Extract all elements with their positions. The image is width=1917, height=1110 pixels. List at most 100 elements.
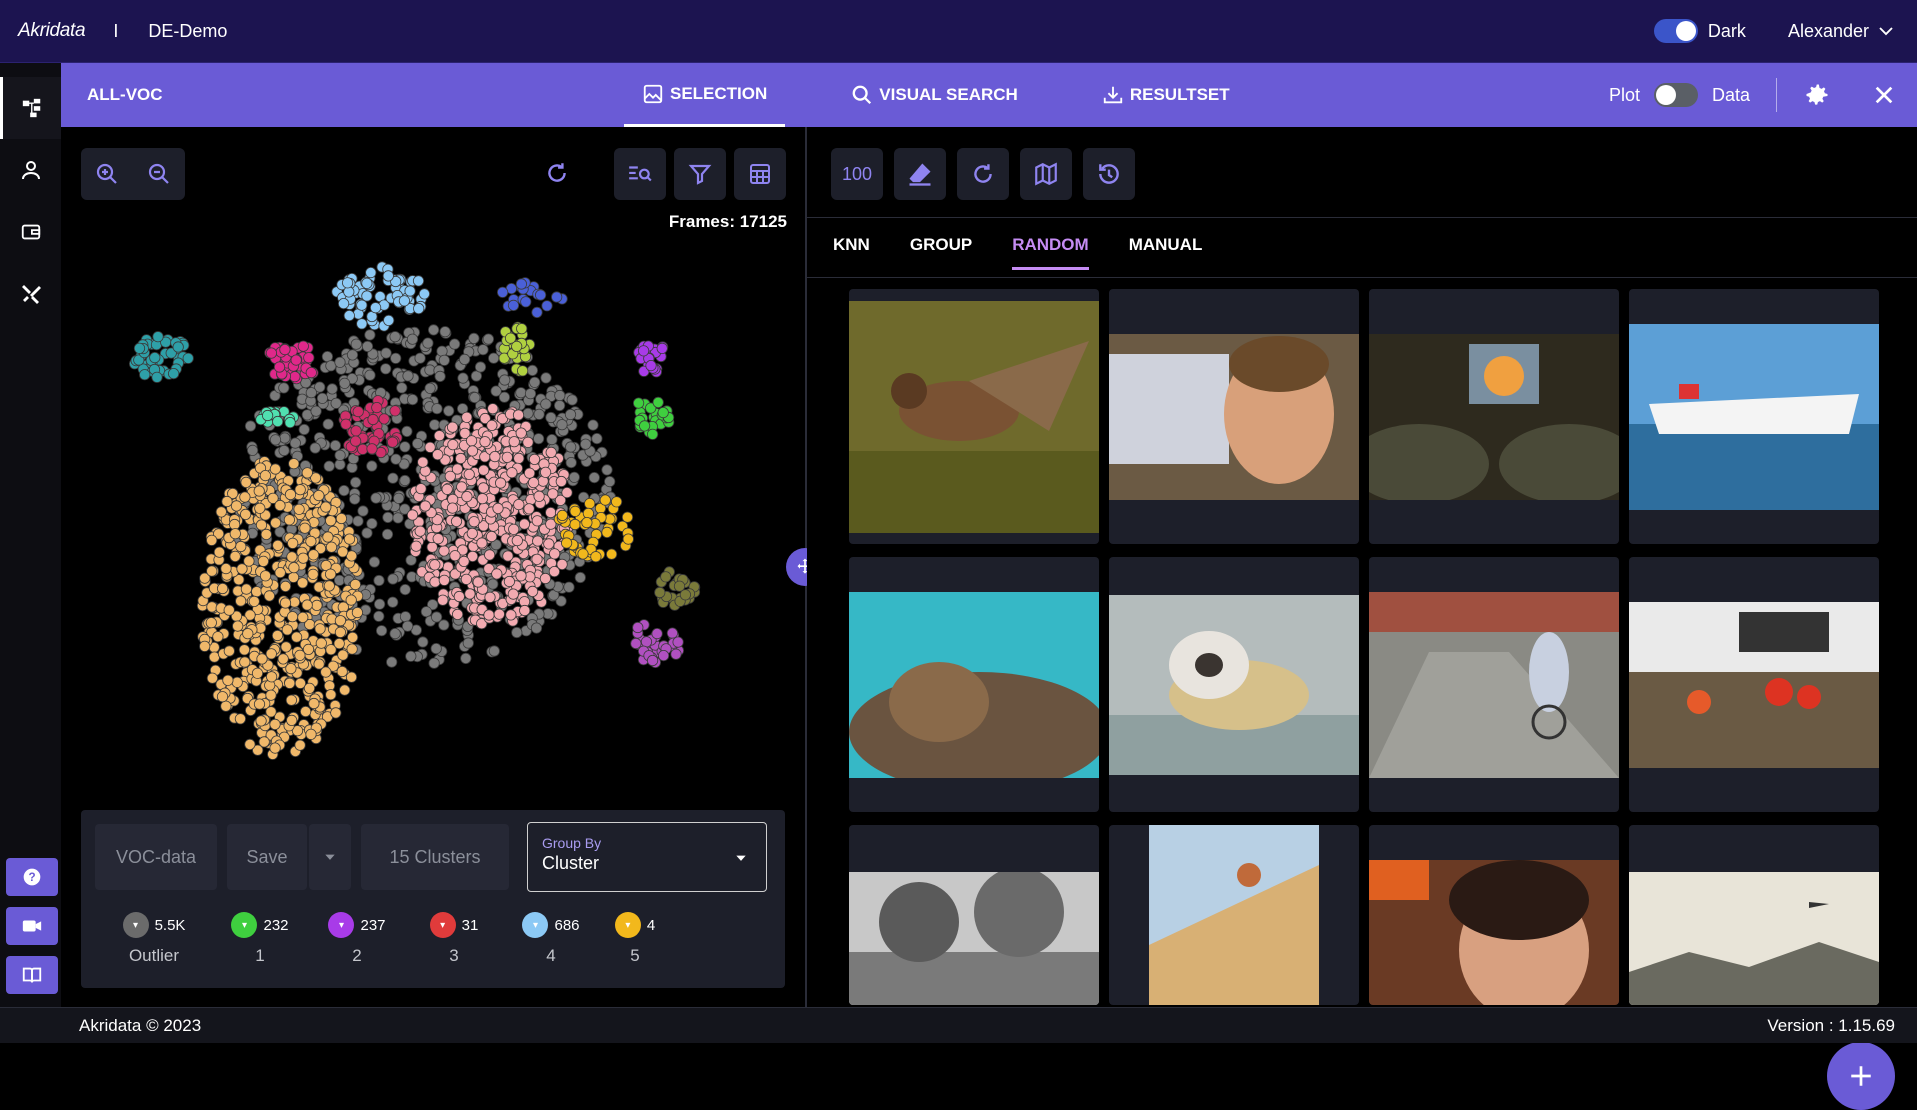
tab-manual[interactable]: MANUAL: [1129, 235, 1203, 270]
image-card[interactable]: [1369, 825, 1619, 1005]
legend-item-1[interactable]: ▾ 232 1: [215, 912, 305, 966]
plot-point: [236, 563, 248, 575]
plot-point: [405, 650, 417, 662]
plot-point: [269, 463, 281, 475]
plot-point: [493, 608, 505, 620]
docs-button[interactable]: [6, 956, 58, 994]
tab-selection[interactable]: SELECTION: [624, 63, 786, 127]
legend-item-4[interactable]: ▾ 686 4: [506, 912, 596, 966]
plot-point: [529, 376, 541, 388]
image-card[interactable]: [1629, 557, 1879, 812]
plot-point: [254, 502, 266, 514]
add-button[interactable]: [1827, 1042, 1895, 1110]
tab-visual-search[interactable]: VISUAL SEARCH: [833, 63, 1036, 127]
plot-point: [465, 435, 478, 447]
legend-name: 1: [255, 946, 265, 965]
plot-point: [347, 631, 359, 643]
zoom-out-icon[interactable]: [147, 162, 171, 186]
save-options-button[interactable]: [309, 824, 351, 890]
image-card[interactable]: [1109, 557, 1359, 812]
plot-point: [346, 643, 358, 655]
plot-point: [541, 300, 553, 312]
plot-point: [401, 620, 414, 632]
plot-point: [427, 324, 440, 336]
user-menu[interactable]: Alexander: [1788, 21, 1869, 42]
image-card[interactable]: [1369, 557, 1619, 812]
plot-point: [588, 472, 600, 484]
tab-resultset-label: RESULTSET: [1129, 85, 1230, 104]
plot-point: [307, 568, 319, 580]
plot-point: [323, 580, 335, 592]
sidebar-item-users[interactable]: [0, 139, 61, 201]
table-button[interactable]: [734, 148, 786, 200]
plot-point: [280, 641, 292, 653]
image-card[interactable]: [1109, 825, 1359, 1005]
history-button[interactable]: [1083, 148, 1135, 200]
plot-point: [637, 345, 650, 357]
gear-icon[interactable]: [1803, 81, 1831, 109]
sidebar-item-datasets[interactable]: [0, 77, 61, 139]
clear-button[interactable]: [894, 148, 946, 200]
search-list-button[interactable]: [614, 148, 666, 200]
cluster-scatter-plot[interactable]: [121, 247, 761, 767]
zoom-in-icon[interactable]: [95, 162, 119, 186]
plot-point: [389, 405, 401, 417]
legend-item-5[interactable]: ▾ 4 5: [603, 912, 667, 966]
tab-resultset[interactable]: RESULTSET: [1084, 63, 1248, 127]
image-card[interactable]: [1369, 289, 1619, 544]
plot-point: [301, 599, 313, 611]
image-card[interactable]: [1629, 289, 1879, 544]
plot-point: [278, 444, 290, 457]
tab-selection-label: SELECTION: [670, 83, 768, 103]
filter-button[interactable]: [674, 148, 726, 200]
image-card[interactable]: [849, 557, 1099, 812]
plot-point: [461, 411, 473, 423]
help-button[interactable]: ?: [6, 858, 58, 896]
tab-knn[interactable]: KNN: [833, 235, 870, 270]
plot-point: [314, 623, 326, 635]
plot-point: [334, 626, 346, 638]
group-by-select[interactable]: Group By Cluster: [527, 822, 767, 892]
sample-count-button[interactable]: 100: [831, 148, 883, 200]
video-button[interactable]: [6, 907, 58, 945]
reload-button[interactable]: [957, 148, 1009, 200]
image-card[interactable]: [1109, 289, 1359, 544]
chevron-down-icon[interactable]: [1877, 22, 1895, 40]
theme-toggle[interactable]: [1653, 19, 1698, 43]
plot-data-toggle[interactable]: [1653, 83, 1698, 107]
app-logo[interactable]: Akridata: [18, 20, 86, 42]
save-button[interactable]: Save: [227, 824, 307, 890]
thumbnail-baseball-players: [1629, 602, 1879, 768]
plot-point: [466, 527, 478, 539]
plot-point: [259, 570, 272, 582]
plot-point: [453, 590, 465, 603]
plot-point: [581, 516, 593, 529]
plot-point: [446, 502, 459, 514]
tab-group[interactable]: GROUP: [910, 235, 972, 270]
plot-point: [288, 458, 300, 470]
caret-down-icon: [736, 855, 746, 861]
dataset-chip[interactable]: VOC-data: [95, 824, 217, 890]
reset-button[interactable]: [544, 160, 570, 191]
legend-item-3[interactable]: ▾ 31 3: [409, 912, 499, 966]
plot-point: [566, 394, 578, 406]
legend-name: 5: [630, 946, 640, 965]
plot-point: [223, 645, 235, 657]
image-card[interactable]: [849, 289, 1099, 544]
plot-point: [413, 302, 425, 315]
sidebar-item-catalog[interactable]: [0, 201, 61, 263]
plot-point: [457, 372, 469, 384]
plot-point: [652, 396, 664, 408]
sidebar-item-tools[interactable]: [0, 263, 61, 325]
cluster-plot-panel: Frames: 17125 VOC-data Save 15 Clusters …: [61, 127, 805, 1007]
map-button[interactable]: [1020, 148, 1072, 200]
image-card[interactable]: [849, 825, 1099, 1005]
close-icon[interactable]: [1873, 84, 1895, 106]
legend-item-outlier[interactable]: ▾ 5.5K Outlier: [109, 912, 199, 966]
legend-item-2[interactable]: ▾ 237 2: [312, 912, 402, 966]
plot-point: [285, 662, 297, 675]
plot-point: [386, 656, 398, 668]
tab-random[interactable]: RANDOM: [1012, 235, 1089, 270]
plot-point: [220, 562, 232, 575]
image-card[interactable]: [1629, 825, 1879, 1005]
